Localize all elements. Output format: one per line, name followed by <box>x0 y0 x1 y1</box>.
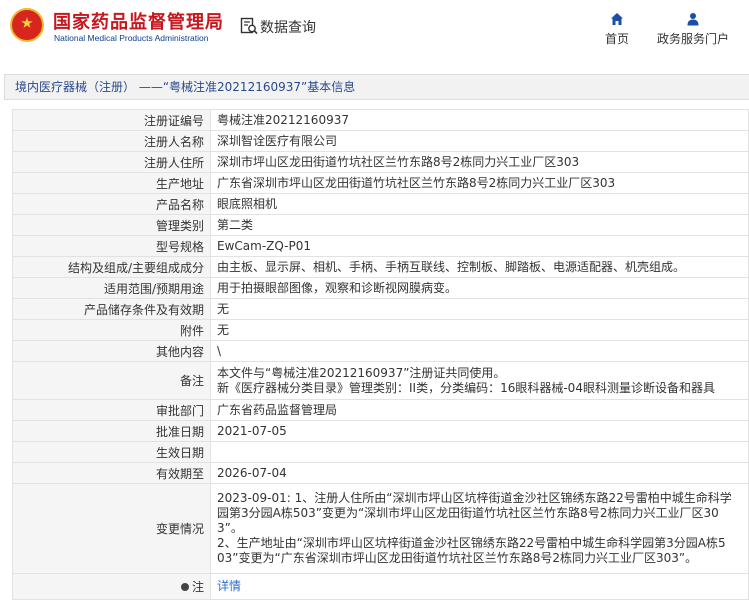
emblem-logo <box>10 8 44 42</box>
pin-icon <box>180 582 189 591</box>
table-row: 备注 本文件与“粤械注准20212160937”注册证共同使用。 新《医疗器械分… <box>12 361 749 400</box>
remark-line: 新《医疗器械分类目录》管理类别：II类，分类编码：16眼科器械-04眼科测量诊断… <box>217 380 715 395</box>
row-value: 2023-09-01: 1、注册人住所由“深圳市坪山区坑梓街道金沙社区锦绣东路2… <box>210 483 749 574</box>
row-label: 批准日期 <box>12 420 211 442</box>
change-line: 03”变更为“广东省深圳市坪山区龙田街道竹坑社区兰竹东路8号2栋同力兴工业厂区3… <box>217 551 698 565</box>
row-value: 第二类 <box>210 214 749 236</box>
row-value: 深圳市坪山区龙田街道竹坑社区兰竹东路8号2栋同力兴工业厂区303 <box>210 151 749 173</box>
row-value: 用于拍摄眼部图像，观察和诊断视网膜病变。 <box>210 277 749 299</box>
row-value: 2026-07-04 <box>210 462 749 484</box>
data-query-label[interactable]: 数据查询 <box>260 17 316 37</box>
device-info-table: 注册证编号 粤械注准20212160937 注册人名称 深圳智诠医疗有限公司 注… <box>12 109 749 600</box>
nav-home-label: 首页 <box>604 32 629 46</box>
row-label: 注册人住所 <box>12 151 211 173</box>
agency-name-en: National Medical Products Administration <box>54 33 209 43</box>
table-row: 附件 无 <box>12 319 749 341</box>
site-header: 国家药品监督管理局 National Medical Products Admi… <box>0 0 749 62</box>
row-label: 适用范围/预期用途 <box>12 277 211 299</box>
change-line: 园第3分园A栋503”变更为“深圳市坪山区龙田街道竹坑社区兰竹东路8号2栋同力兴… <box>217 506 719 520</box>
remark-line: 本文件与“粤械注准20212160937”注册证共同使用。 <box>217 365 506 380</box>
table-row: 生产地址 广东省深圳市坪山区龙田街道竹坑社区兰竹东路8号2栋同力兴工业厂区303 <box>12 172 749 194</box>
table-row: 适用范围/预期用途 用于拍摄眼部图像，观察和诊断视网膜病变。 <box>12 277 749 299</box>
nav-home[interactable]: 首页 <box>601 12 633 47</box>
row-label: 产品储存条件及有效期 <box>12 298 211 320</box>
agency-name-cn: 国家药品监督管理局 <box>53 12 224 33</box>
row-label: 结构及组成/主要组成成分 <box>12 256 211 278</box>
details-link[interactable]: 详情 <box>217 579 241 593</box>
row-label: 生产地址 <box>12 172 211 194</box>
row-label: 型号规格 <box>12 235 211 257</box>
row-value: EwCam-ZQ-P01 <box>210 235 749 257</box>
page-title: 境内医疗器械（注册） ——“粤械注准20212160937”基本信息 <box>4 74 749 100</box>
row-value: 由主板、显示屏、相机、手柄、手柄互联线、控制板、脚踏板、电源适配器、机壳组成。 <box>210 256 749 278</box>
row-value: 粤械注准20212160937 <box>210 109 749 131</box>
row-label: 审批部门 <box>12 399 211 421</box>
row-label: 注 <box>12 573 211 600</box>
row-label: 附件 <box>12 319 211 341</box>
note-label: 注 <box>191 580 204 594</box>
row-label: 备注 <box>12 361 211 400</box>
row-label: 注册人名称 <box>12 130 211 152</box>
change-line: 3”。 <box>217 521 243 535</box>
table-row: 变更情况 2023-09-01: 1、注册人住所由“深圳市坪山区坑梓街道金沙社区… <box>12 483 749 574</box>
row-label: 其他内容 <box>12 340 211 362</box>
row-value: 广东省深圳市坪山区龙田街道竹坑社区兰竹东路8号2栋同力兴工业厂区303 <box>210 172 749 194</box>
row-value <box>210 441 749 463</box>
table-row: 产品名称 眼底照相机 <box>12 193 749 215</box>
change-line: 2023-09-01: 1、注册人住所由“深圳市坪山区坑梓街道金沙社区锦绣东路2… <box>217 491 732 505</box>
table-row: 批准日期 2021-07-05 <box>12 420 749 442</box>
row-label: 有效期至 <box>12 462 211 484</box>
row-value: 2021-07-05 <box>210 420 749 442</box>
user-icon <box>687 13 699 26</box>
row-value: 详情 <box>210 573 749 600</box>
table-row: 注册证编号 粤械注准20212160937 <box>12 109 749 131</box>
table-row: 型号规格 EwCam-ZQ-P01 <box>12 235 749 257</box>
table-row: 注册人住所 深圳市坪山区龙田街道竹坑社区兰竹东路8号2栋同力兴工业厂区303 <box>12 151 749 173</box>
row-label: 生效日期 <box>12 441 211 463</box>
row-value: 无 <box>210 298 749 320</box>
row-value: 广东省药品监督管理局 <box>210 399 749 421</box>
table-row: 审批部门 广东省药品监督管理局 <box>12 399 749 421</box>
table-row: 其他内容 \ <box>12 340 749 362</box>
nav-gov-portal-label: 政务服务门户 <box>656 32 729 46</box>
row-label: 管理类别 <box>12 214 211 236</box>
nav-gov-portal[interactable]: 政务服务门户 <box>653 12 733 47</box>
data-query-icon <box>240 17 258 35</box>
table-row: 结构及组成/主要组成成分 由主板、显示屏、相机、手柄、手柄互联线、控制板、脚踏板… <box>12 256 749 278</box>
home-icon <box>611 13 623 25</box>
row-label: 变更情况 <box>12 483 211 574</box>
table-row: 管理类别 第二类 <box>12 214 749 236</box>
row-value: 深圳智诠医疗有限公司 <box>210 130 749 152</box>
table-row: 生效日期 <box>12 441 749 463</box>
row-value: \ <box>210 340 749 362</box>
change-line: 2、生产地址由“深圳市坪山区坑梓街道金沙社区锦绣东路22号雷柏中城生命科学园第3… <box>217 536 726 550</box>
table-row: 产品储存条件及有效期 无 <box>12 298 749 320</box>
table-row: 注册人名称 深圳智诠医疗有限公司 <box>12 130 749 152</box>
table-row: 有效期至 2026-07-04 <box>12 462 749 484</box>
row-value: 无 <box>210 319 749 341</box>
row-label: 注册证编号 <box>12 109 211 131</box>
row-value: 本文件与“粤械注准20212160937”注册证共同使用。 新《医疗器械分类目录… <box>210 361 749 400</box>
table-row: 注 详情 <box>12 573 749 600</box>
row-value: 眼底照相机 <box>210 193 749 215</box>
row-label: 产品名称 <box>12 193 211 215</box>
